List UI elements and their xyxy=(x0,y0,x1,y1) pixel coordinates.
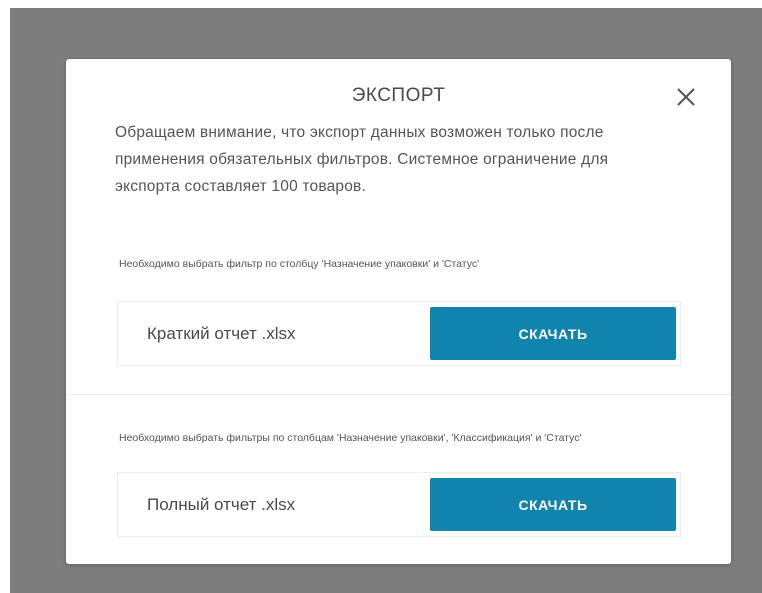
short-report-name: Краткий отчет .xlsx xyxy=(147,324,296,343)
short-report-requirement: Необходимо выбрать фильтр по столбцу 'На… xyxy=(119,258,480,270)
dialog-title: ЭКСПОРТ xyxy=(351,85,446,106)
full-report-row: Полный отчет .xlsx СКАЧАТЬ xyxy=(117,472,681,537)
download-short-report-button[interactable]: СКАЧАТЬ xyxy=(430,307,676,360)
close-icon xyxy=(677,88,695,106)
full-report-requirement: Необходимо выбрать фильтры по столбцам '… xyxy=(119,432,582,444)
short-report-row: Краткий отчет .xlsx СКАЧАТЬ xyxy=(117,301,681,366)
close-button[interactable] xyxy=(674,85,698,109)
section-divider xyxy=(66,394,731,395)
full-report-name: Полный отчет .xlsx xyxy=(147,495,296,514)
export-notice: Обращаем внимание, что экспорт данных во… xyxy=(115,124,609,195)
download-full-report-button[interactable]: СКАЧАТЬ xyxy=(430,478,676,531)
export-dialog: ЭКСПОРТ Обращаем внимание, что экспорт д… xyxy=(66,59,731,564)
